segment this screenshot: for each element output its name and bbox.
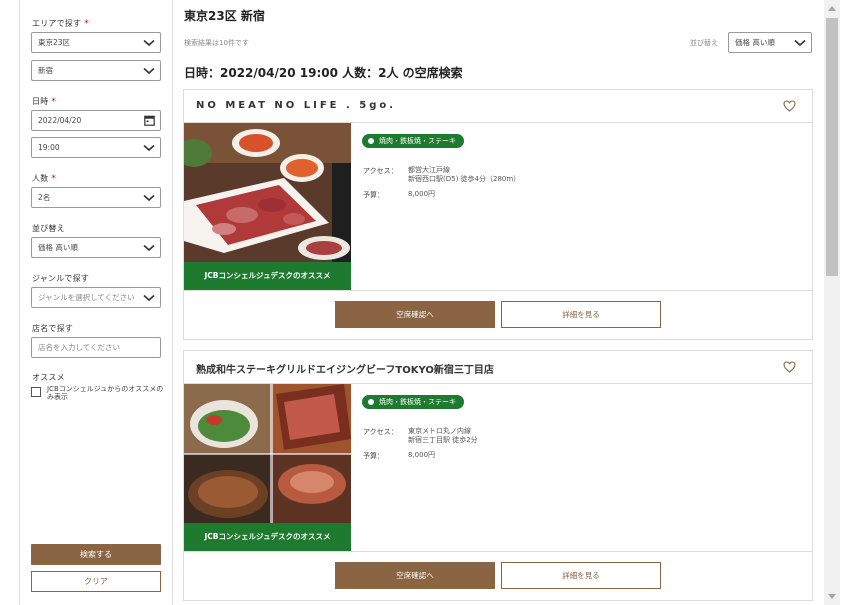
genre-select-placeholder: ジャンルを選択してください xyxy=(38,293,135,302)
restaurant-name[interactable]: 熟成和牛ステーキグリルドエイジングビーフTOKYO新宿三丁目店 xyxy=(196,361,494,376)
restaurant-card-footer: 空席確認へ 詳細を見る xyxy=(184,551,812,600)
access-value: 都営大江戸線 新宿西口駅(D5) 徒歩4分（280m） xyxy=(408,166,520,184)
restaurant-name[interactable]: NO MEAT NO LIFE . 5go. xyxy=(196,100,396,111)
budget-label: 予算： xyxy=(363,191,384,199)
required-mark: * xyxy=(51,174,57,184)
chevron-down-icon xyxy=(143,144,155,152)
genre-label: ジャンルで探す xyxy=(32,274,89,283)
search-filter-sidebar: エリアで探す * 東京23区 新宿 日時 * 2022/04/20 19:00 人数… xyxy=(19,0,173,605)
genre-tag: 焼肉・鉄板焼・ステーキ xyxy=(362,395,464,409)
area-select[interactable]: 東京23区 xyxy=(31,32,161,53)
restaurant-card-header: 熟成和牛ステーキグリルドエイジングビーフTOKYO新宿三丁目店 xyxy=(184,351,812,384)
people-select[interactable]: 2名 xyxy=(31,187,161,208)
genre-dot-icon xyxy=(368,138,374,144)
chevron-down-icon xyxy=(794,39,806,47)
subarea-select[interactable]: 新宿 xyxy=(31,60,161,81)
restaurant-photo[interactable]: JCBコンシェルジュデスクのオススメ xyxy=(184,123,351,290)
restaurant-card-header: NO MEAT NO LIFE . 5go. xyxy=(184,90,812,123)
sort-select-top[interactable]: 価格 高い順 xyxy=(728,32,812,53)
area-select-value: 東京23区 xyxy=(38,38,71,47)
access-label: アクセス： xyxy=(363,167,398,175)
vacancy-check-button[interactable]: 空席確認へ xyxy=(335,301,495,328)
budget-value: 8,000円 xyxy=(408,190,436,198)
search-condition-heading: 日時：2022/04/20 19:00 人数：2人 の空席検索 xyxy=(184,66,463,80)
heart-icon[interactable] xyxy=(783,100,796,112)
time-select[interactable]: 19:00 xyxy=(31,137,161,158)
access-line: 都営大江戸線 xyxy=(408,166,450,174)
chevron-down-icon xyxy=(143,294,155,302)
detail-button[interactable]: 詳細を見る xyxy=(501,562,661,589)
genre-dot-icon xyxy=(368,399,374,405)
restaurant-card: 熟成和牛ステーキグリルドエイジングビーフTOKYO新宿三丁目店 JCBコンシェル… xyxy=(183,350,813,601)
sort-select-value: 価格 高い順 xyxy=(38,243,78,252)
sort-select[interactable]: 価格 高い順 xyxy=(31,237,161,258)
people-select-value: 2名 xyxy=(38,193,51,202)
vacancy-check-button[interactable]: 空席確認へ xyxy=(335,562,495,589)
page-title: 東京23区 新宿 xyxy=(184,9,265,23)
chevron-down-icon xyxy=(143,67,155,75)
people-label: 人数 * xyxy=(32,174,57,184)
date-input-value: 2022/04/20 xyxy=(38,116,82,125)
detail-button[interactable]: 詳細を見る xyxy=(501,301,661,328)
heart-icon[interactable] xyxy=(783,361,796,373)
genre-tag-label: 焼肉・鉄板焼・ステーキ xyxy=(379,137,456,145)
chevron-down-icon xyxy=(143,194,155,202)
genre-tag-label: 焼肉・鉄板焼・ステーキ xyxy=(379,398,456,406)
sort-label-top: 並び替え xyxy=(690,39,718,47)
restaurant-photo[interactable]: JCBコンシェルジュデスクのオススメ xyxy=(184,384,351,551)
access-value: 東京メトロ丸ノ内線 新宿三丁目駅 徒歩2分 xyxy=(408,427,478,445)
name-label: 店名で探す xyxy=(32,324,73,333)
chevron-down-icon xyxy=(143,244,155,252)
date-input[interactable]: 2022/04/20 xyxy=(31,110,161,131)
sort-label: 並び替え xyxy=(32,224,65,233)
access-line: 東京メトロ丸ノ内線 xyxy=(408,427,471,435)
name-input-placeholder: 店名を入力してください xyxy=(38,343,121,352)
sort-select-top-value: 価格 高い順 xyxy=(735,38,775,47)
restaurant-card: NO MEAT NO LIFE . 5go. JCBコンシェルジュデスクのオスス… xyxy=(183,89,813,340)
access-line: 新宿西口駅(D5) 徒歩4分（280m） xyxy=(408,175,521,183)
time-select-value: 19:00 xyxy=(38,143,60,152)
scrollbar-thumb[interactable] xyxy=(826,18,838,276)
recommend-only-checkbox[interactable] xyxy=(31,387,41,397)
required-mark: * xyxy=(84,19,89,29)
date-label: 日時 * xyxy=(32,97,57,107)
access-line: 新宿三丁目駅 徒歩2分 xyxy=(408,436,478,444)
page-scrollbar[interactable] xyxy=(824,0,840,605)
access-label: アクセス： xyxy=(363,428,398,436)
scroll-down-arrow-icon[interactable] xyxy=(828,594,836,599)
subarea-select-value: 新宿 xyxy=(38,66,53,75)
clear-button[interactable]: クリア xyxy=(31,571,161,592)
search-button[interactable]: 検索する xyxy=(31,544,161,565)
recommend-band: JCBコンシェルジュデスクのオススメ xyxy=(184,262,351,290)
recommend-band: JCBコンシェルジュデスクのオススメ xyxy=(184,523,351,551)
restaurant-card-footer: 空席確認へ 詳細を見る xyxy=(184,290,812,339)
calendar-icon[interactable] xyxy=(144,115,155,126)
recommend-label: オススメ xyxy=(32,373,65,382)
budget-value: 8,000円 xyxy=(408,451,436,459)
required-mark: * xyxy=(51,97,57,107)
chevron-down-icon xyxy=(143,39,155,47)
scroll-up-arrow-icon[interactable] xyxy=(828,6,836,11)
genre-select[interactable]: ジャンルを選択してください xyxy=(31,287,161,308)
budget-label: 予算： xyxy=(363,452,384,460)
area-label: エリアで探す * xyxy=(32,19,89,29)
genre-tag: 焼肉・鉄板焼・ステーキ xyxy=(362,134,464,148)
name-input[interactable]: 店名を入力してください xyxy=(31,337,161,358)
recommend-only-label[interactable]: JCBコンシェルジュからのオススメのみ表示 xyxy=(47,385,165,401)
result-count: 検索結果は10件です xyxy=(184,39,249,47)
